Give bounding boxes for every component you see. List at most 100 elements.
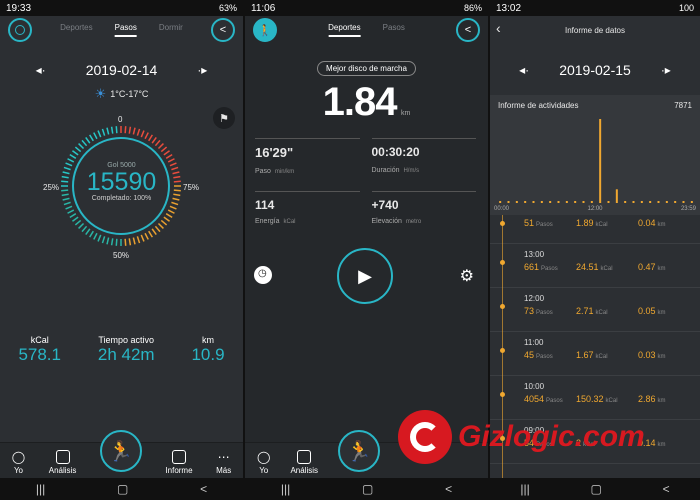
gauge-tick	[72, 216, 79, 222]
gauge-tick	[81, 225, 88, 233]
gauge-tick	[154, 225, 161, 233]
hour-label: 10:00	[524, 382, 545, 391]
nav-informe[interactable]: Informe	[165, 450, 193, 478]
gauge-tick	[101, 236, 106, 244]
hour-kcal: 0.47 km	[638, 262, 678, 272]
gauge-tick	[97, 130, 102, 138]
nav-mas[interactable]: ⋯ Más	[216, 450, 231, 478]
share-button[interactable]: <	[211, 18, 235, 42]
hour-steps-value: 51	[524, 218, 535, 228]
home-icon[interactable]: ▢	[590, 482, 601, 496]
walk-mode-button[interactable]: 🚶	[253, 18, 277, 42]
chart-bar	[532, 201, 535, 203]
chart-bar	[690, 201, 693, 203]
hour-values: 45 Pasos 1.67 kCal 0.03 km	[524, 350, 700, 360]
tab-dormir[interactable]: Dormir	[159, 23, 183, 37]
gauge-label-25: 25%	[43, 183, 60, 192]
metric-elevation: +740 Elevación metro	[371, 191, 476, 225]
recents-icon[interactable]: |||	[36, 482, 45, 496]
gauge-tick	[78, 222, 85, 229]
hour-values: 73 Pasos 2.71 kCal 0.05 km	[524, 306, 700, 316]
prev-day-button[interactable]: ◂·	[519, 63, 529, 77]
share-button[interactable]: <	[456, 18, 480, 42]
metric-energy: 114 Energía kCal	[255, 191, 360, 225]
system-nav: ||| ▢ <	[490, 478, 700, 500]
chart-bar	[574, 201, 577, 203]
nav-analisis[interactable]: Análisis	[49, 450, 76, 478]
stat-active-value: 2h 42m	[97, 345, 155, 364]
gauge-center: Gol 5000 15590 Completado: 100%	[70, 162, 173, 202]
back-icon[interactable]: <	[445, 482, 452, 496]
next-day-button[interactable]: ·▸	[197, 63, 207, 77]
gauge-tick	[62, 197, 70, 201]
elevation-value: +740	[371, 198, 399, 212]
stat-kcal: kCal 578.1	[18, 335, 61, 365]
play-button[interactable]: ▶	[337, 248, 393, 304]
run-button[interactable]: 🏃	[99, 430, 142, 472]
profile-button[interactable]	[8, 18, 32, 42]
gauge-tick	[115, 126, 118, 134]
back-icon[interactable]: <	[200, 482, 207, 496]
tab-pasos[interactable]: Pasos	[114, 23, 137, 37]
hour-steps-unit: Pasos	[536, 354, 553, 360]
settings-button[interactable]: ⚙	[460, 266, 474, 286]
gauge-tick	[128, 238, 132, 246]
gauge-tick	[67, 209, 75, 214]
next-day-button[interactable]: ·▸	[661, 63, 671, 77]
gauge-tick	[74, 219, 82, 226]
gizlogic-logo-icon	[398, 410, 452, 464]
tab-deportes[interactable]: Deportes	[328, 23, 361, 37]
tab-pasos[interactable]: Pasos	[383, 23, 405, 37]
chart-icon	[55, 450, 70, 464]
energy-label: Energía	[255, 218, 280, 225]
date-label: 2019-02-14	[85, 62, 158, 78]
gauge-tick	[157, 222, 164, 229]
activity-bar-chart	[499, 119, 693, 203]
gauge-tick	[173, 193, 181, 197]
gauge-label-50: 50%	[113, 251, 130, 260]
chart-bar	[649, 201, 652, 203]
chart-bar	[615, 189, 618, 203]
hour-km: 150.32 kCal	[576, 394, 626, 404]
chart-bar	[582, 201, 585, 203]
gauge-tick	[167, 209, 175, 214]
chart-bar	[665, 201, 668, 203]
gauge-tick	[173, 189, 181, 192]
home-icon[interactable]: ▢	[117, 482, 128, 496]
gauge-tick	[151, 228, 157, 235]
hour-kcal-unit: km	[657, 266, 666, 272]
tab-deportes[interactable]: Deportes	[60, 23, 92, 37]
gauge-tick	[89, 230, 94, 238]
gauge-label-0: 0	[118, 115, 123, 124]
nav-yo-label: Yo	[259, 466, 269, 475]
hour-km-value: 24.51	[576, 262, 599, 272]
hour-kcal: 0.05 km	[638, 306, 678, 316]
hour-kcal-unit: km	[657, 222, 666, 228]
status-time: 19:33	[6, 2, 32, 14]
nav-yo[interactable]: ◯ Yo	[12, 450, 25, 478]
system-nav: ||| ▢ <	[245, 478, 488, 500]
best-record-badge[interactable]: Mejor disco de marcha	[317, 61, 416, 76]
stats-row: kCal 578.1 Tiempo activo 2h 42m km 10.9	[0, 335, 243, 365]
history-button[interactable]: ◷	[254, 266, 272, 284]
system-nav: ||| ▢ <	[0, 478, 243, 500]
recents-icon[interactable]: |||	[281, 482, 290, 496]
chart-bar	[607, 201, 610, 203]
hour-kcal-value: 0.03	[638, 350, 656, 360]
watermark-text: Gizlogic.com	[458, 420, 645, 453]
recents-icon[interactable]: |||	[520, 482, 529, 496]
share-icon: <	[219, 24, 227, 36]
run-button[interactable]: 🏃	[338, 430, 381, 472]
walking-icon: 🚶	[258, 24, 272, 37]
gauge-tick	[61, 193, 69, 197]
home-icon[interactable]: ▢	[362, 482, 373, 496]
chart-bar	[632, 201, 635, 203]
nav-yo[interactable]: ◯ Yo	[257, 450, 270, 478]
nav-analisis[interactable]: Análisis	[290, 450, 318, 478]
prev-day-button[interactable]: ◂·	[36, 63, 46, 77]
gauge-tick	[140, 130, 145, 138]
back-icon[interactable]: <	[663, 482, 670, 496]
hour-km-value: 1.67	[576, 350, 594, 360]
hour-steps: 4054 Pasos	[524, 394, 564, 404]
user-icon: ◯	[11, 450, 26, 464]
